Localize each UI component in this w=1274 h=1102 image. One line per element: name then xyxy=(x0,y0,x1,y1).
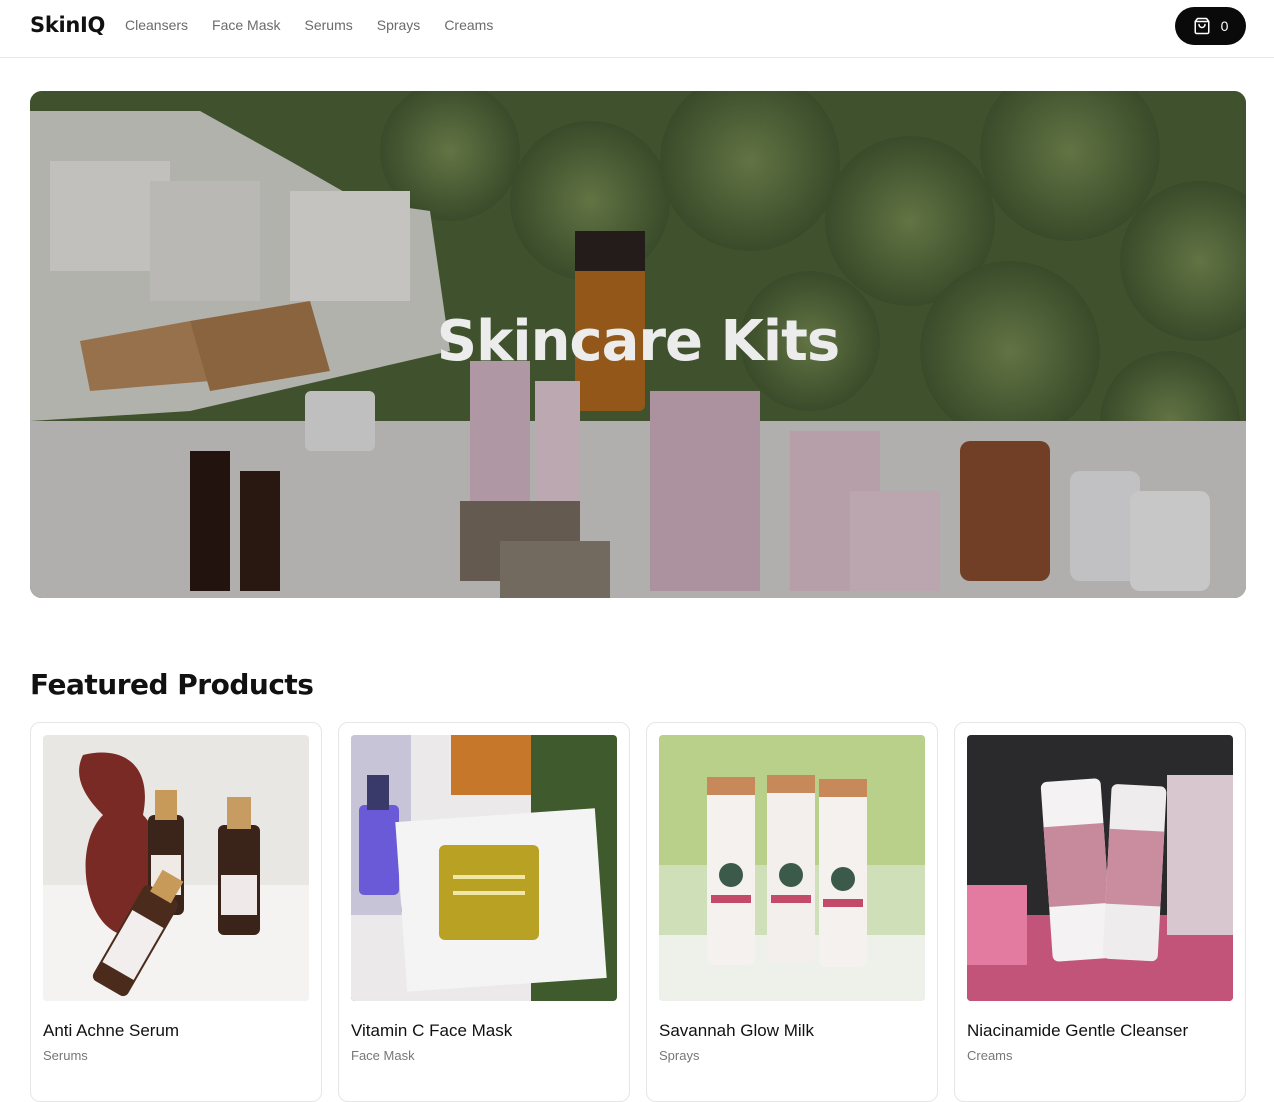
product-card[interactable]: Niacinamide Gentle Cleanser Creams xyxy=(954,722,1246,1102)
product-image[interactable] xyxy=(43,735,309,1001)
product-name[interactable]: Vitamin C Face Mask xyxy=(351,1021,617,1041)
brand-logo[interactable]: SkinIQ xyxy=(30,13,105,37)
product-category: Serums xyxy=(43,1048,88,1063)
nav-link-face-mask[interactable]: Face Mask xyxy=(212,17,280,33)
product-image[interactable] xyxy=(351,735,617,1001)
hero-banner[interactable]: Skincare Kits xyxy=(30,91,1246,598)
top-navigation-bar: SkinIQ Cleansers Face Mask Serums Sprays… xyxy=(0,0,1274,58)
face-mask-image xyxy=(351,735,617,1001)
featured-products-heading: Featured Products xyxy=(30,668,314,701)
product-grid: Anti Achne Serum Serums Vitamin C Face M… xyxy=(30,722,1246,1102)
product-name[interactable]: Savannah Glow Milk xyxy=(659,1021,925,1041)
shopping-bag-icon xyxy=(1194,17,1210,35)
product-category: Face Mask xyxy=(351,1048,415,1063)
hero-title: Skincare Kits xyxy=(436,309,840,374)
nav-link-cleansers[interactable]: Cleansers xyxy=(125,17,188,33)
product-image[interactable] xyxy=(659,735,925,1001)
cleanser-tubes-image xyxy=(967,735,1233,1001)
nav-link-creams[interactable]: Creams xyxy=(444,17,493,33)
product-category: Sprays xyxy=(659,1048,700,1063)
cart-button[interactable]: 0 xyxy=(1175,7,1246,45)
product-card[interactable]: Savannah Glow Milk Sprays xyxy=(646,722,938,1102)
nav-link-serums[interactable]: Serums xyxy=(305,17,353,33)
nav-link-sprays[interactable]: Sprays xyxy=(377,17,421,33)
product-image[interactable] xyxy=(967,735,1233,1001)
category-nav: Cleansers Face Mask Serums Sprays Creams xyxy=(125,17,493,33)
product-category: Creams xyxy=(967,1048,1013,1063)
product-card[interactable]: Vitamin C Face Mask Face Mask xyxy=(338,722,630,1102)
glow-milk-bottles-image xyxy=(659,735,925,1001)
serum-bottles-image xyxy=(43,735,309,1001)
cart-count: 0 xyxy=(1220,18,1229,34)
product-name[interactable]: Niacinamide Gentle Cleanser xyxy=(967,1021,1233,1041)
product-name[interactable]: Anti Achne Serum xyxy=(43,1021,309,1041)
product-card[interactable]: Anti Achne Serum Serums xyxy=(30,722,322,1102)
